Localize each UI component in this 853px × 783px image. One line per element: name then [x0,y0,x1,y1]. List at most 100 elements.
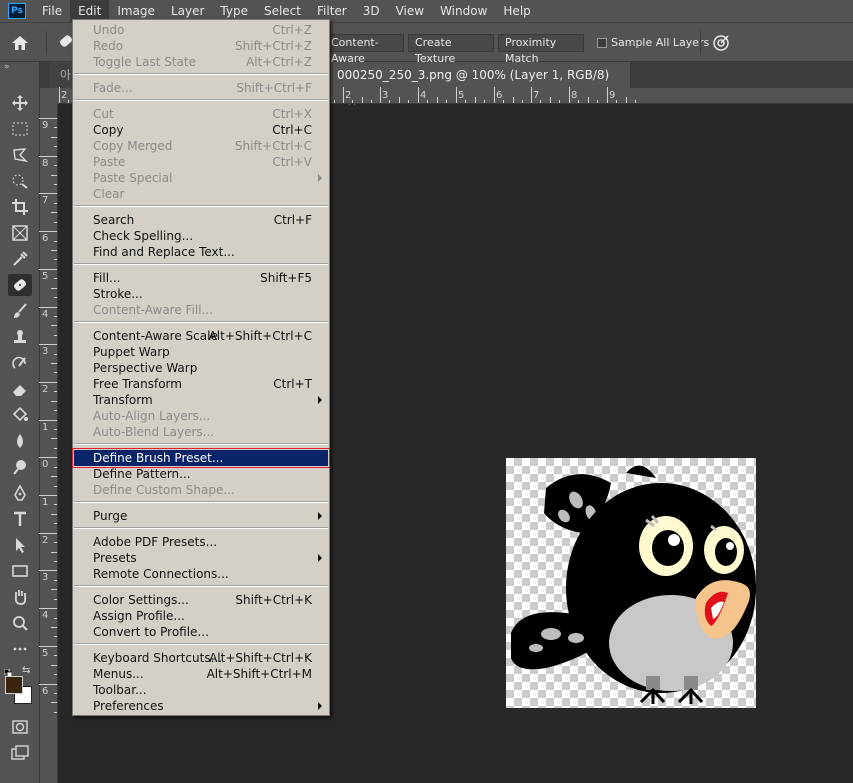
ruler-vertical[interactable]: 9 8 7 6 5 4 3 2 1 0 1 2 3 4 5 6 [39,104,58,783]
sample-all-layers-checkbox[interactable] [597,38,607,48]
menu-item-color-settings[interactable]: Color Settings... Shift+Ctrl+K [74,592,328,608]
ruler-minor-tick [54,579,57,581]
menu-item-stroke[interactable]: Stroke... [74,286,328,302]
menu-item-clear[interactable]: Clear [74,186,328,202]
menu-item-transform[interactable]: Transform [74,392,328,408]
menu-item-perspective-warp[interactable]: Perspective Warp [74,360,328,376]
menu-item-toolbar[interactable]: Toolbar... [74,682,328,698]
ruler-label: 9 [609,90,616,101]
menu-item-cut[interactable]: Cut Ctrl+X [74,106,328,122]
more-tools-icon[interactable] [8,638,32,660]
menu-item-presets[interactable]: Presets [74,550,328,566]
menu-item-content-aware-fill[interactable]: Content-Aware Fill... [74,302,328,318]
menu-item-menus[interactable]: Menus... Alt+Shift+Ctrl+M [74,666,328,682]
move-tool-icon[interactable] [8,92,32,114]
create-texture-button[interactable]: Create Texture [408,34,494,65]
menu-view[interactable]: View [388,0,432,22]
menu-item-fill[interactable]: Fill... Shift+F5 [74,270,328,286]
document-tab-active[interactable]: 000250_250_3.png @ 100% (Layer 1, RGB/8)… [327,62,630,108]
swap-colors-icon[interactable]: ⇆ [22,665,30,676]
clone-stamp-tool-icon[interactable] [8,326,32,348]
menu-item-copy-merged[interactable]: Copy Merged Shift+Ctrl+C [74,138,328,154]
ruler-minor-tick [54,410,57,412]
ruler-minor-tick [54,183,57,185]
blur-tool-icon[interactable] [8,430,32,452]
menu-item-auto-blend-layers[interactable]: Auto-Blend Layers... [74,424,328,440]
brush-tool-icon[interactable] [8,300,32,322]
menu-help[interactable]: Help [495,0,538,22]
menu-item-fade[interactable]: Fade... Shift+Ctrl+F [74,80,328,96]
healing-brush-tool-icon[interactable] [8,274,32,296]
hand-tool-icon[interactable] [8,586,32,608]
eraser-tool-icon[interactable] [8,378,32,400]
menu-item-label: Content-Aware Scale [93,329,218,343]
crop-tool-icon[interactable] [8,196,32,218]
ruler-label: 7 [533,90,540,101]
menu-item-keyboard-shortcuts[interactable]: Keyboard Shortcuts... Alt+Shift+Ctrl+K [74,650,328,666]
foreground-color-swatch[interactable] [5,676,23,694]
menu-item-adobe-pdf-presets[interactable]: Adobe PDF Presets... [74,534,328,550]
menu-file[interactable]: File [34,0,70,22]
menu-item-label: Toggle Last State [93,55,196,69]
default-colors-icon[interactable] [3,666,13,678]
menu-window[interactable]: Window [432,0,495,22]
home-icon[interactable] [10,33,30,53]
menu-item-define-custom-shape[interactable]: Define Custom Shape... [74,482,328,498]
ruler-corner[interactable] [40,88,58,104]
menu-item-find-and-replace-text[interactable]: Find and Replace Text... [74,244,328,260]
menu-item-free-transform[interactable]: Free Transform Ctrl+T [74,376,328,392]
ruler-tick [39,344,57,346]
zoom-tool-icon[interactable] [8,612,32,634]
menu-item-puppet-warp[interactable]: Puppet Warp [74,344,328,360]
lasso-tool-icon[interactable] [8,144,32,166]
frame-tool-icon[interactable] [8,222,32,244]
ruler-minor-tick [54,617,57,619]
pen-tool-icon[interactable] [8,482,32,504]
menu-item-toggle-last-state[interactable]: Toggle Last State Alt+Ctrl+Z [74,54,328,70]
menu-3d[interactable]: 3D [355,0,388,22]
document-canvas-image[interactable] [506,458,756,708]
dodge-tool-icon[interactable] [8,456,32,478]
menu-item-undo[interactable]: Undo Ctrl+Z [74,22,328,38]
menu-item-preferences[interactable]: Preferences [74,698,328,714]
ruler-tick [39,532,57,534]
ruler-label: 6 [42,685,49,697]
quick-selection-tool-icon[interactable] [8,170,32,192]
menu-item-purge[interactable]: Purge [74,508,328,524]
menu-item-copy[interactable]: Copy Ctrl+C [74,122,328,138]
menu-item-content-aware-scale[interactable]: Content-Aware Scale Alt+Shift+Ctrl+C [74,328,328,344]
menu-item-auto-align-layers[interactable]: Auto-Align Layers... [74,408,328,424]
proximity-match-button[interactable]: Proximity Match [498,34,584,65]
ruler-minor-tick [578,100,580,103]
menu-item-paste-special[interactable]: Paste Special [74,170,328,186]
ruler-tick [39,457,57,459]
menu-item-define-brush-preset[interactable]: Define Brush Preset... [72,448,330,468]
quick-mask-icon[interactable] [8,716,32,738]
menu-item-remote-connections[interactable]: Remote Connections... [74,566,328,582]
menu-item-search[interactable]: Search Ctrl+F [74,212,328,228]
marquee-tool-icon[interactable] [8,118,32,140]
menu-item-label: Assign Profile... [93,609,185,623]
menu-item-redo[interactable]: Redo Shift+Ctrl+Z [74,38,328,54]
menu-item-define-pattern[interactable]: Define Pattern... [74,466,328,482]
menu-item-assign-profile[interactable]: Assign Profile... [74,608,328,624]
ruler-minor-tick [54,297,57,298]
history-brush-tool-icon[interactable] [8,352,32,374]
options-separator [700,31,701,55]
paint-bucket-tool-icon[interactable] [8,404,32,426]
eyedropper-tool-icon[interactable] [8,248,32,270]
menu-item-check-spelling[interactable]: Check Spelling... [74,228,328,244]
menu-item-label: Menus... [93,667,144,681]
content-aware-button[interactable]: Content-Aware [324,34,404,65]
ruler-label: 6 [496,90,503,101]
ruler-label: 0 [42,459,49,471]
pressure-size-icon[interactable] [712,34,730,52]
rectangle-tool-icon[interactable] [8,560,32,582]
ruler-tick [494,87,495,103]
menu-item-convert-to-profile[interactable]: Convert to Profile... [74,624,328,640]
type-tool-icon[interactable] [8,508,32,530]
collapse-icon[interactable]: » [4,62,10,72]
menu-item-paste[interactable]: Paste Ctrl+V [74,154,328,170]
screen-mode-icon[interactable] [8,742,32,764]
path-selection-tool-icon[interactable] [8,534,32,556]
